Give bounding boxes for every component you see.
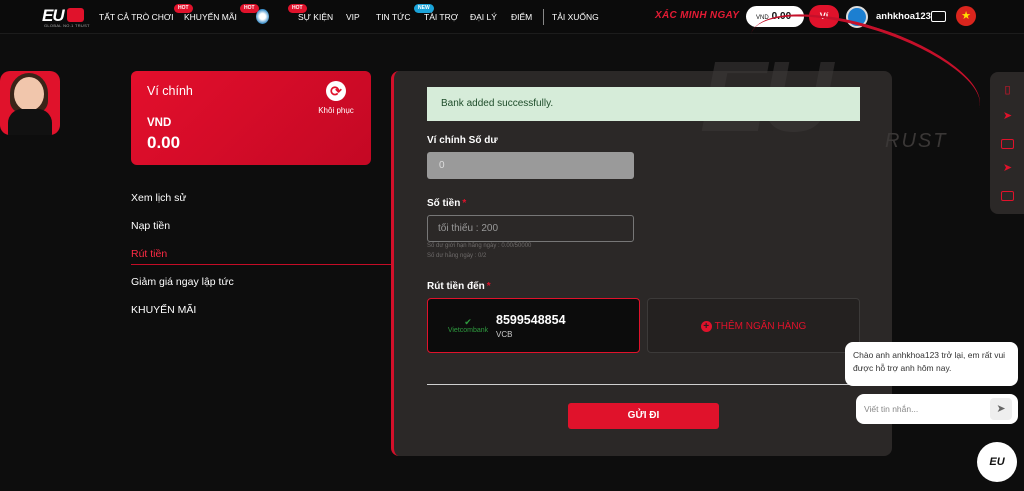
girl-body — [8, 109, 52, 135]
mail-icon[interactable] — [1001, 139, 1014, 149]
promo-girl-image[interactable] — [0, 71, 60, 135]
nav-events[interactable]: SỰ KIỆN — [298, 0, 333, 34]
phone-icon[interactable]: ▯ — [1001, 84, 1014, 97]
amount-label: Số tiền * — [427, 198, 466, 209]
nav-vip[interactable]: VIP — [346, 0, 360, 34]
add-bank-button[interactable]: + THÊM NGÂN HÀNG — [647, 298, 860, 353]
required-mark: * — [462, 198, 467, 209]
bank-code: VCB — [496, 330, 513, 339]
form-divider — [427, 384, 860, 385]
main-wallet-card: Ví chính VND 0.00 ⟳ Khôi phục — [131, 71, 371, 165]
daily-count-hint: Số dư hằng ngày : 0/2 — [427, 253, 487, 259]
wallet-currency: VND — [147, 117, 172, 129]
sidebar-item-instant-rebate[interactable]: Giảm giá ngay lập tức — [131, 276, 234, 288]
nav-promotions[interactable]: KHUYẾN MÃI — [184, 0, 237, 34]
mail-icon[interactable] — [931, 11, 946, 22]
nav-divider — [543, 9, 544, 25]
wallet-title: Ví chính — [147, 84, 193, 98]
amount-input[interactable] — [427, 215, 634, 242]
send-icon[interactable]: ➤ — [990, 398, 1012, 420]
success-alert: Bank added successfully. — [427, 87, 860, 121]
required-mark: * — [486, 281, 491, 292]
sidebar-item-history[interactable]: Xem lịch sử — [131, 192, 186, 204]
logo-arrow-icon — [67, 8, 84, 22]
plus-icon: + — [700, 321, 712, 332]
trophy-icon[interactable] — [256, 9, 269, 24]
hot-badge: HOT — [240, 4, 259, 13]
chat-launcher-button[interactable]: EU — [977, 442, 1017, 482]
active-underline — [131, 264, 391, 265]
withdraw-to-label-text: Rút tiền đến — [427, 281, 485, 292]
amount-label-text: Số tiền — [427, 198, 461, 209]
daily-limit-hint: Số dư giới hạn hằng ngày : 0.00/50000 — [427, 243, 532, 249]
nav-sponsor[interactable]: TÀI TRỢ — [424, 0, 458, 34]
bank-account-card[interactable]: ✔ Vietcombank 8599548854 VCB — [427, 298, 640, 353]
username[interactable]: anhkhoa123 — [876, 11, 931, 22]
telegram-icon[interactable]: ➤ — [1001, 110, 1014, 123]
verify-now-link[interactable]: XÁC MINH NGAY — [655, 10, 739, 21]
add-bank-label: THÊM NGÂN HÀNG — [714, 321, 807, 332]
sidebar-item-deposit[interactable]: Nạp tiền — [131, 220, 170, 232]
sidebar-item-withdraw[interactable]: Rút tiền — [131, 248, 167, 260]
chat-greeting-bubble: Chào anh anhkhoa123 trở lại, em rất vui … — [845, 342, 1018, 386]
bg-trust-watermark: RUST — [885, 130, 948, 152]
restore-label[interactable]: Khôi phục — [303, 106, 369, 115]
vietcombank-logo: ✔ Vietcombank — [441, 317, 495, 337]
nav-download[interactable]: TẢI XUỐNG — [552, 0, 599, 34]
sidebar-item-promotions[interactable]: KHUYẾN MÃI — [131, 304, 196, 316]
submit-button[interactable]: GỬI ĐI — [568, 403, 719, 429]
mail-icon[interactable] — [1001, 191, 1014, 201]
logo-tagline: GLOBAL NO.1 TRUST — [44, 23, 90, 28]
nav-news[interactable]: TIN TỨC — [376, 0, 411, 34]
wallet-amount: 0.00 — [147, 133, 181, 152]
restore-icon[interactable]: ⟳ — [326, 81, 346, 101]
nav-agent[interactable]: ĐẠI LÝ — [470, 0, 497, 34]
withdraw-to-label: Rút tiền đến * — [427, 281, 491, 292]
telegram-icon[interactable]: ➤ — [1001, 162, 1014, 175]
vietnam-flag-icon[interactable]: ★ — [956, 6, 976, 26]
balance-field: 0 — [427, 152, 634, 179]
vcb-mark-icon: ✔ — [464, 317, 472, 327]
vcb-logo-text: Vietcombank — [447, 327, 489, 334]
nav-points[interactable]: ĐIỂM — [511, 0, 532, 34]
contact-floating-bar: ▯ ➤ ➤ — [990, 72, 1024, 214]
balance-label: Ví chính Số dư — [427, 135, 498, 146]
bank-account-number: 8599548854 — [496, 313, 566, 327]
girl-face — [14, 77, 44, 111]
site-logo[interactable]: EU GLOBAL NO.1 TRUST — [42, 6, 94, 28]
nav-all-games[interactable]: TẤT CẢ TRÒ CHƠI — [99, 0, 174, 34]
